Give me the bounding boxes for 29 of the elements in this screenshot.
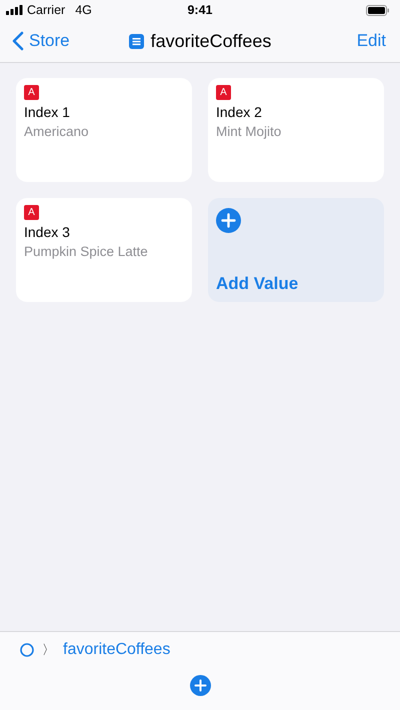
add-value-label: Add Value xyxy=(216,274,298,294)
item-value: Pumpkin Spice Latte xyxy=(24,244,148,259)
list-icon xyxy=(128,34,144,48)
path-separator: 〉 xyxy=(42,641,55,659)
screen-title: favoriteCoffees xyxy=(150,30,272,52)
add-value-card[interactable]: Add Value xyxy=(208,198,384,302)
network-label: 4G xyxy=(75,3,92,17)
item-title: Index 1 xyxy=(24,104,70,120)
item-value: Mint Mojito xyxy=(216,124,282,139)
edit-button[interactable]: Edit xyxy=(356,31,386,51)
path-crumb[interactable]: favoriteCoffees xyxy=(63,641,170,659)
type-badge: A xyxy=(216,85,231,100)
value-card[interactable]: A Index 1 Americano xyxy=(16,78,192,182)
chevron-left-icon xyxy=(12,31,24,51)
add-icon[interactable] xyxy=(190,675,210,696)
circle-icon xyxy=(20,643,34,657)
add-icon xyxy=(216,208,241,233)
item-title: Index 2 xyxy=(216,104,262,120)
clock-time: 9:41 xyxy=(186,3,214,17)
type-badge: A xyxy=(24,205,39,220)
carrier-label: Carrier xyxy=(27,3,66,17)
item-title: Index 3 xyxy=(24,224,70,240)
value-card[interactable]: A Index 3 Pumpkin Spice Latte xyxy=(16,198,192,302)
signal-icon xyxy=(6,5,23,15)
item-value: Americano xyxy=(24,124,89,139)
battery-icon xyxy=(366,4,390,16)
type-badge: A xyxy=(24,85,39,100)
back-button[interactable]: Store xyxy=(12,31,70,51)
value-card[interactable]: A Index 2 Mint Mojito xyxy=(208,78,384,182)
